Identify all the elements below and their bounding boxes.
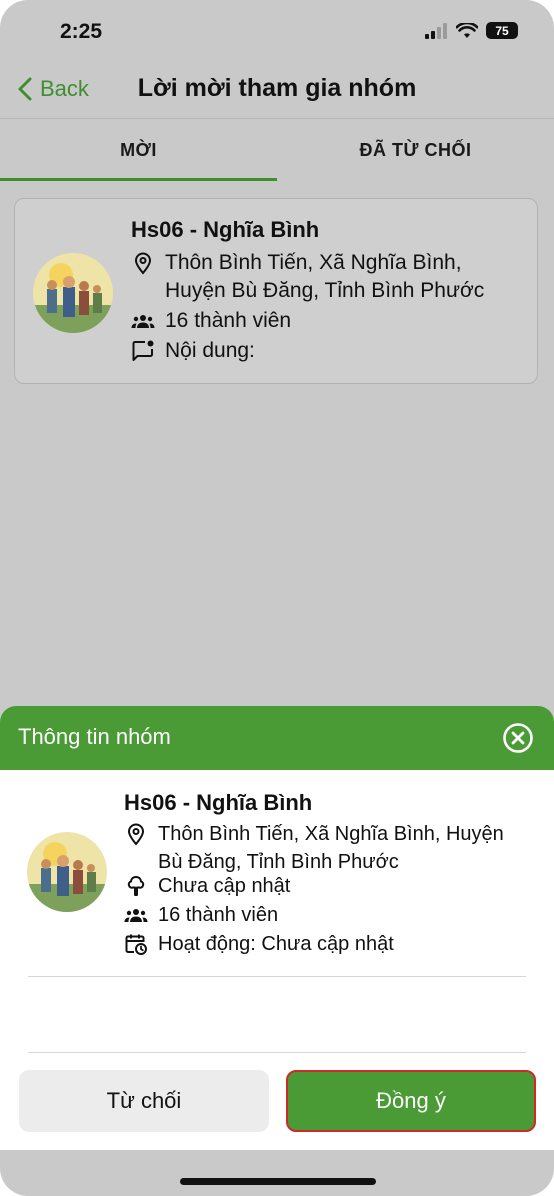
group-info-sheet: Thông tin nhóm Hs06 - Nghĩa Bình Thôn Bì… xyxy=(0,706,554,1196)
sheet-activity: Hoạt động: Chưa cập nhật xyxy=(124,930,394,958)
sheet-address: Thôn Bình Tiến, Xã Nghĩa Bình, Huyện Bù … xyxy=(124,820,504,876)
sheet-address-line1: Thôn Bình Tiến, Xã Nghĩa Bình, Huyện xyxy=(158,823,504,845)
invite-address-line2: Huyện Bù Đăng, Tỉnh Bình Phước xyxy=(165,279,485,302)
page-title: Lời mời tham gia nhóm xyxy=(137,74,417,102)
sheet-activity-text: Hoạt động: Chưa cập nhật xyxy=(158,933,394,955)
tab-invites[interactable]: MỜI xyxy=(0,119,277,181)
tree-icon xyxy=(127,876,145,896)
invite-address: Thôn Bình Tiến, Xã Nghĩa Bình, Huyện Bù … xyxy=(131,249,484,305)
signal-icon xyxy=(425,22,447,39)
calendar-clock-icon xyxy=(125,934,147,955)
invite-group-name: Hs06 - Nghĩa Bình xyxy=(131,217,320,242)
sheet-crop-text: Chưa cập nhật xyxy=(158,875,291,897)
status-time: 2:25 xyxy=(60,20,103,43)
location-pin-icon xyxy=(127,823,145,846)
invite-address-line1: Thôn Bình Tiến, Xã Nghĩa Bình, xyxy=(165,251,462,274)
sheet-group-avatar xyxy=(27,832,107,912)
status-icons: 75 xyxy=(424,22,518,39)
sheet-crop: Chưa cập nhật xyxy=(124,872,290,900)
close-icon[interactable] xyxy=(502,722,534,754)
invite-members: 16 thành viên xyxy=(131,307,291,335)
battery-indicator: 75 xyxy=(486,22,518,39)
sheet-group-name: Hs06 - Nghĩa Bình xyxy=(124,790,313,815)
location-pin-icon xyxy=(134,252,152,275)
sheet-divider-top xyxy=(28,976,526,977)
invite-card[interactable]: Hs06 - Nghĩa Bình Thôn Bình Tiến, Xã Ngh… xyxy=(14,198,538,384)
phone-screen: 2:25 75 Back Lời mời tham gia nhóm MỜI Đ… xyxy=(0,0,554,1196)
group-icon xyxy=(131,315,155,328)
reject-button[interactable]: Từ chối xyxy=(19,1070,269,1132)
message-icon xyxy=(132,340,154,361)
home-indicator[interactable] xyxy=(180,1178,376,1185)
group-avatar xyxy=(33,253,113,333)
invite-members-text: 16 thành viên xyxy=(165,309,292,332)
home-area xyxy=(0,1150,554,1196)
sheet-members: 16 thành viên xyxy=(124,901,278,929)
sheet-divider-bottom xyxy=(28,1052,526,1053)
accept-button[interactable]: Đồng ý xyxy=(286,1070,536,1132)
sheet-title: Thông tin nhóm xyxy=(18,724,171,749)
navigation-bar: Back Lời mời tham gia nhóm xyxy=(0,64,554,118)
wifi-icon xyxy=(456,22,478,38)
tab-bar: MỜI ĐÃ TỪ CHỐI xyxy=(0,119,554,181)
invite-content-label: Nội dung: xyxy=(165,339,255,362)
status-bar: 2:25 75 xyxy=(0,0,554,64)
sheet-header: Thông tin nhóm xyxy=(0,706,554,770)
invite-content: Nội dung: xyxy=(131,337,255,365)
tab-declined[interactable]: ĐÃ TỪ CHỐI xyxy=(277,119,554,181)
group-icon xyxy=(124,909,148,922)
sheet-members-text: 16 thành viên xyxy=(158,904,279,926)
